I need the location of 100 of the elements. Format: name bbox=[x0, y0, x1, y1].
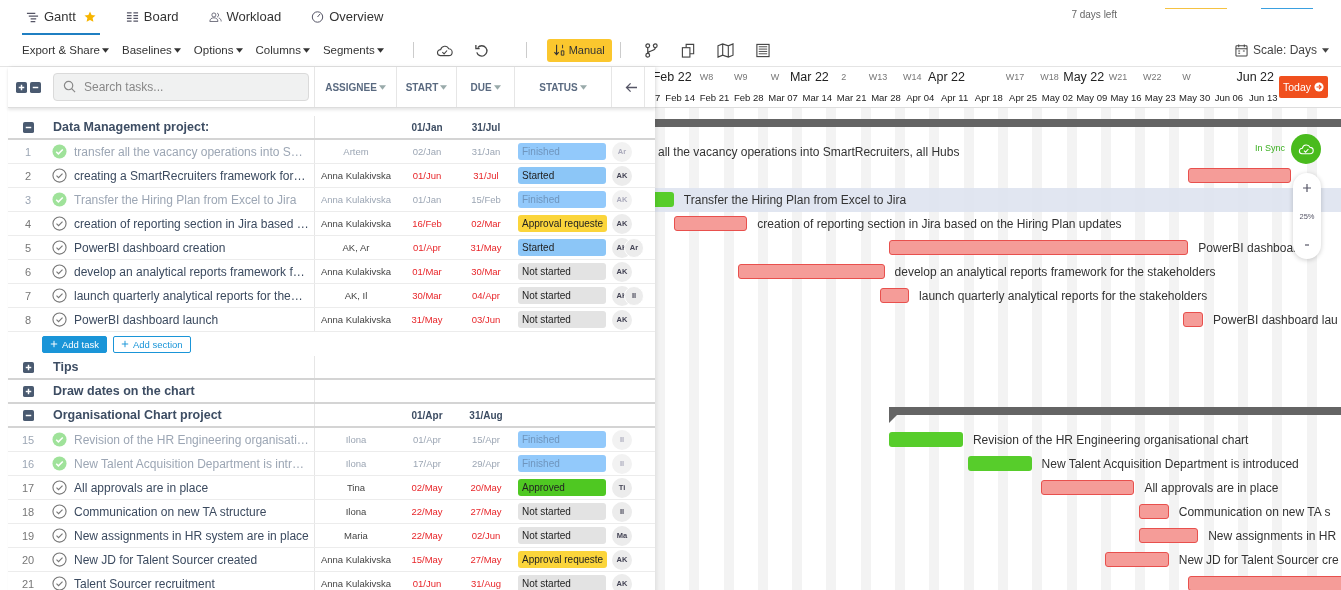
view-tab[interactable]: Board bbox=[121, 0, 183, 35]
status-badge[interactable]: Started bbox=[518, 239, 606, 256]
menu-button[interactable]: Baselines bbox=[122, 44, 181, 56]
date-label: Feb 28 bbox=[733, 91, 764, 103]
zoom-in-button[interactable] bbox=[1302, 182, 1312, 193]
task-name[interactable]: develop an analytical reports framework f… bbox=[74, 264, 305, 279]
group-start-date: 01/Jan bbox=[411, 121, 443, 133]
date-label: Feb 14 bbox=[665, 91, 695, 103]
undo-icon[interactable] bbox=[472, 42, 490, 58]
task-name[interactable]: Talent Sourcer recruitment bbox=[74, 576, 215, 590]
done-check-icon[interactable] bbox=[52, 144, 67, 159]
view-tab[interactable]: Overview bbox=[307, 0, 388, 35]
check-circle-icon[interactable] bbox=[52, 504, 67, 519]
caret-icon bbox=[493, 84, 501, 90]
task-name[interactable]: creation of reporting section in Jira based … bbox=[74, 216, 309, 231]
task-name[interactable]: launch quarterly analytical reports for the… bbox=[74, 288, 303, 303]
done-check-icon[interactable] bbox=[52, 192, 67, 207]
week-label: W21 bbox=[1108, 72, 1128, 82]
check-circle-icon[interactable] bbox=[52, 312, 67, 327]
status-badge[interactable]: Not started bbox=[518, 503, 606, 520]
status-badge[interactable]: Approval requeste bbox=[518, 551, 608, 568]
view-tab[interactable]: Workload bbox=[204, 0, 286, 35]
column-header[interactable]: ASSIGNEE bbox=[315, 67, 397, 107]
assignee-cell: Anna Kulakivska bbox=[320, 554, 392, 565]
check-circle-icon[interactable] bbox=[52, 168, 67, 183]
status-badge[interactable]: Not started bbox=[518, 287, 606, 304]
check-circle-icon[interactable] bbox=[52, 216, 67, 231]
row-number: 6 bbox=[24, 265, 32, 278]
expand-button[interactable] bbox=[22, 385, 34, 397]
check-circle-icon[interactable] bbox=[52, 240, 67, 255]
task-bar[interactable] bbox=[1183, 312, 1204, 327]
search-field[interactable]: Search tasks... bbox=[53, 73, 309, 101]
status-badge[interactable]: Not started bbox=[518, 263, 606, 280]
menu-button[interactable]: Export & Share bbox=[22, 44, 109, 56]
task-name[interactable]: Communication on new TA structure bbox=[74, 504, 267, 519]
task-name[interactable]: PowerBI dashboard creation bbox=[74, 240, 226, 255]
bar-label: New Talent Acquisition Department is introduced bbox=[1041, 457, 1299, 471]
collapse-button[interactable] bbox=[22, 409, 34, 421]
task-bar[interactable] bbox=[673, 216, 748, 231]
check-circle-icon[interactable] bbox=[52, 552, 67, 567]
caret-icon bbox=[302, 47, 310, 53]
task-bar[interactable] bbox=[879, 288, 910, 303]
menu-button[interactable]: Segments bbox=[322, 44, 384, 56]
task-name[interactable]: All approvals are in place bbox=[74, 480, 209, 495]
caret-icon bbox=[102, 47, 109, 53]
status-badge[interactable]: Approval requeste bbox=[518, 215, 608, 232]
assignee-cell: Ilona bbox=[345, 434, 367, 445]
check-circle-icon[interactable] bbox=[52, 528, 67, 543]
today-button[interactable]: Today bbox=[1278, 76, 1328, 98]
collapse-arrow-button[interactable] bbox=[624, 81, 638, 93]
date-label: May 16 bbox=[1110, 91, 1142, 103]
start-date: 01/Jan bbox=[412, 194, 442, 205]
row-number: 18 bbox=[21, 505, 35, 518]
board-icon bbox=[125, 10, 139, 23]
assignee-cell: Tina bbox=[346, 482, 366, 493]
status-badge[interactable]: Approved bbox=[518, 479, 606, 496]
menu-button[interactable]: Options bbox=[193, 44, 243, 56]
check-circle-icon[interactable] bbox=[52, 480, 67, 495]
task-name[interactable]: New JD for Talent Sourcer created bbox=[74, 552, 258, 567]
task-bar[interactable] bbox=[1139, 528, 1199, 543]
check-circle-icon[interactable] bbox=[52, 264, 67, 279]
gantt-icon bbox=[26, 10, 39, 23]
status-badge[interactable]: Started bbox=[518, 167, 606, 184]
row-number: 7 bbox=[24, 289, 32, 302]
month-label: Apr 22 bbox=[928, 70, 965, 84]
check-circle-icon[interactable] bbox=[52, 288, 67, 303]
bar-label: develop an analytical reports framework for the stakeholders bbox=[894, 265, 1216, 279]
group-start-date: 01/Apr bbox=[411, 409, 443, 421]
arrow-circle-icon bbox=[1314, 82, 1324, 92]
task-name[interactable]: PowerBI dashboard launch bbox=[74, 312, 219, 327]
done-check-icon[interactable] bbox=[52, 456, 67, 471]
column-header[interactable]: START bbox=[397, 67, 457, 107]
task-name[interactable]: New assignments in HR system are in place bbox=[74, 528, 309, 543]
manual-button[interactable]: Manual bbox=[546, 38, 612, 62]
row-number: 16 bbox=[21, 457, 35, 470]
scale-dropdown[interactable]: Scale: Days bbox=[1234, 43, 1329, 57]
date-label: 7 bbox=[655, 91, 661, 103]
task-name[interactable]: creating a SmartRecruiters framework for… bbox=[74, 168, 306, 183]
newspaper-icon[interactable] bbox=[753, 42, 771, 58]
branch-icon[interactable] bbox=[642, 42, 660, 58]
expand-button[interactable] bbox=[22, 361, 34, 373]
add-button[interactable]: Add section bbox=[112, 335, 191, 353]
bar-label: PowerBI dashboard lau bbox=[1213, 313, 1338, 327]
sync-button[interactable] bbox=[1291, 134, 1321, 164]
column-header[interactable]: STATUS bbox=[515, 67, 612, 107]
caret-icon bbox=[173, 47, 181, 53]
status-badge[interactable]: Not started bbox=[518, 527, 606, 544]
month-label: Mar 22 bbox=[789, 70, 829, 84]
collapse-button[interactable] bbox=[22, 121, 34, 133]
collapse-all-button[interactable] bbox=[29, 81, 41, 93]
menu-button[interactable]: Columns bbox=[255, 44, 310, 56]
copy-icon[interactable] bbox=[679, 42, 697, 58]
due-date: 31/Jul bbox=[473, 170, 499, 181]
map-icon[interactable] bbox=[716, 42, 734, 58]
column-header[interactable]: DUE bbox=[457, 67, 515, 107]
status-badge[interactable]: Not started bbox=[518, 575, 606, 590]
view-tab[interactable]: Gantt bbox=[22, 0, 100, 35]
done-check-icon[interactable] bbox=[52, 432, 67, 447]
status-badge[interactable]: Not started bbox=[518, 311, 606, 328]
expand-all-button[interactable] bbox=[15, 81, 27, 93]
